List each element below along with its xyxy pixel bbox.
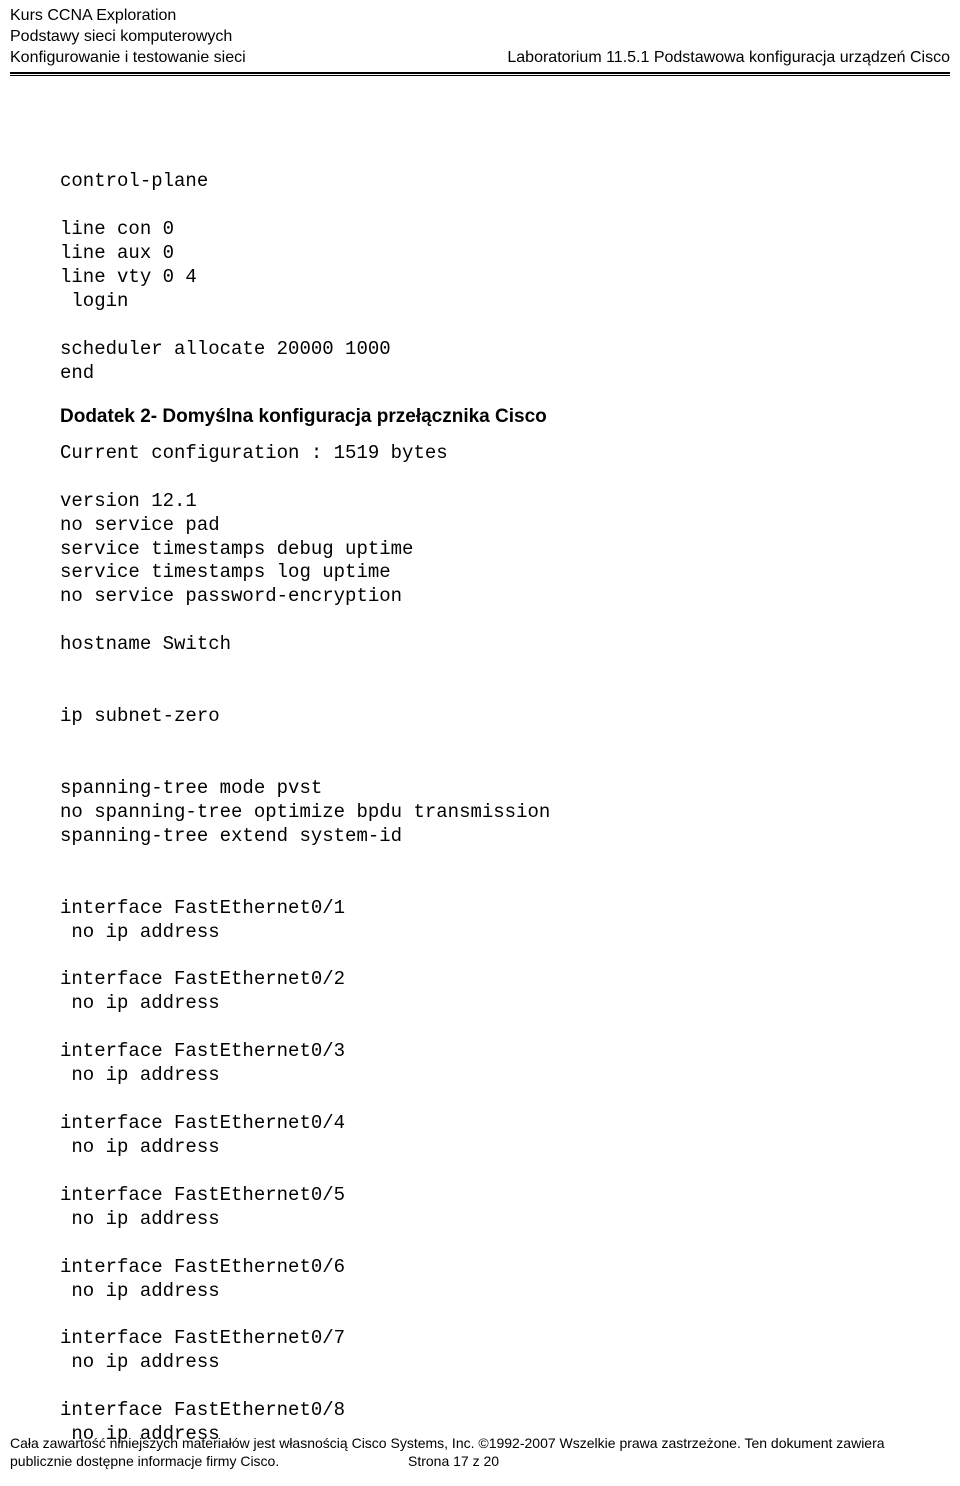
config-block-2: Current configuration : 1519 bytes versi… — [60, 442, 900, 1447]
header-right: Laboratorium 11.5.1 Podstawowa konfigura… — [507, 48, 950, 69]
page-footer: Cała zawartość niniejszych materiałów je… — [10, 1435, 950, 1470]
footer-line-2: publicznie dostępne informacje firmy Cis… — [10, 1453, 950, 1471]
footer-line-1: Cała zawartość niniejszych materiałów je… — [10, 1435, 950, 1453]
footer-left: publicznie dostępne informacje firmy Cis… — [10, 1453, 400, 1471]
appendix-title: Dodatek 2- Domyślna konfiguracja przełąc… — [60, 406, 900, 428]
page-content: control-plane line con 0 line aux 0 line… — [0, 76, 960, 1447]
footer-page-number: Strona 17 z 20 — [400, 1453, 950, 1471]
header-left: Konfigurowanie i testowanie sieci — [10, 48, 246, 69]
page-header: Kurs CCNA Exploration Podstawy sieci kom… — [0, 0, 960, 68]
header-line-2: Podstawy sieci komputerowych — [10, 27, 950, 48]
header-line-3: Konfigurowanie i testowanie sieci Labora… — [10, 48, 950, 69]
config-block-1: control-plane line con 0 line aux 0 line… — [60, 146, 900, 385]
header-line-1: Kurs CCNA Exploration — [10, 6, 950, 27]
